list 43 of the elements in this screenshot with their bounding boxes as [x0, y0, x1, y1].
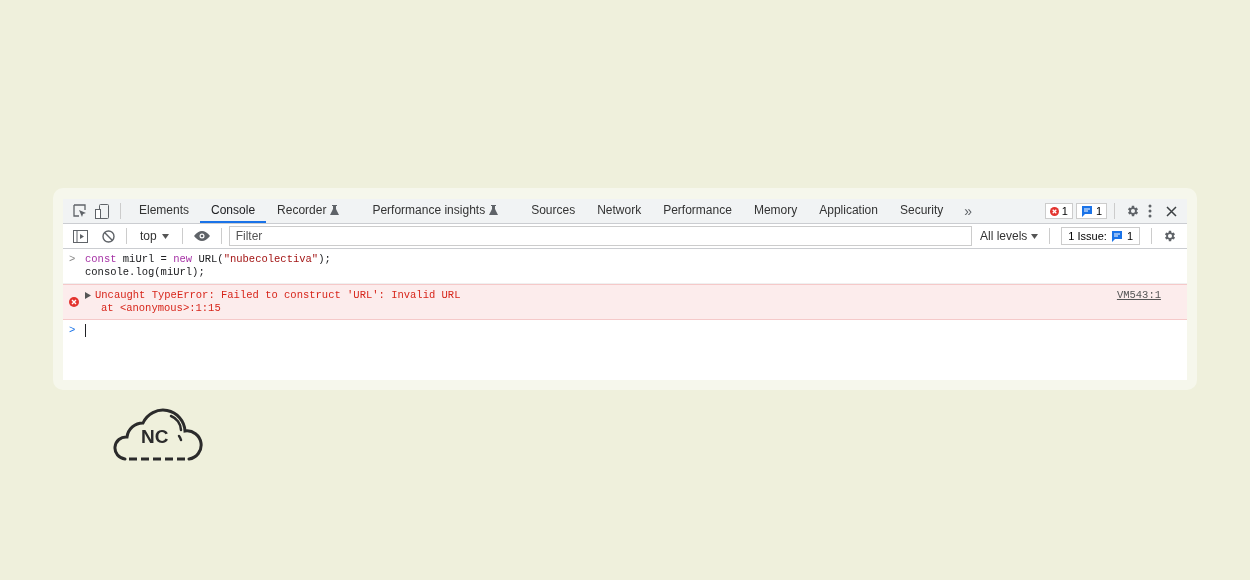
- close-icon[interactable]: [1166, 205, 1177, 217]
- issues-button[interactable]: 1 Issue: 1: [1061, 227, 1140, 245]
- error-message: Uncaught TypeError: Failed to construct 'URL': Invalid URL: [95, 289, 461, 302]
- settings-icon[interactable]: [1163, 229, 1177, 243]
- prompt-arrow: >: [69, 324, 77, 337]
- more-options-icon[interactable]: [1148, 204, 1152, 218]
- error-count-button[interactable]: 1: [1044, 203, 1073, 219]
- error-icon: [69, 297, 79, 307]
- tab[interactable]: Recorder: [266, 199, 362, 223]
- text-cursor: [85, 324, 86, 337]
- tab[interactable]: Memory: [742, 199, 809, 223]
- tab[interactable]: Performance insights: [361, 199, 521, 223]
- tab[interactable]: Network: [586, 199, 653, 223]
- tab[interactable]: Sources: [520, 199, 587, 223]
- prompt-arrow: >: [69, 253, 77, 267]
- tab[interactable]: Application: [808, 199, 889, 223]
- tab[interactable]: Performance: [652, 199, 743, 223]
- levels-dropdown[interactable]: All levels: [976, 229, 1043, 243]
- sidebar-toggle-icon[interactable]: [73, 229, 88, 243]
- dropdown-triangle-icon: [161, 233, 169, 239]
- eye-icon[interactable]: [193, 231, 210, 241]
- message-count-button[interactable]: 1: [1075, 203, 1107, 219]
- error-icon: [1049, 206, 1059, 216]
- code-line: const miUrl = new URL("nubecolectiva");: [85, 253, 332, 266]
- inspect-icon[interactable]: [73, 204, 87, 218]
- logo-text: NC: [141, 426, 169, 448]
- filter-field[interactable]: Filter: [228, 226, 972, 246]
- dropdown-triangle-icon: [1031, 233, 1039, 239]
- device-icon[interactable]: [95, 203, 109, 219]
- source-link[interactable]: VM543:1: [1116, 289, 1161, 302]
- settings-icon[interactable]: [1126, 204, 1140, 218]
- tab[interactable]: Elements: [128, 199, 201, 223]
- expand-triangle-icon[interactable]: [85, 292, 91, 299]
- code-line: console.log(miUrl);: [85, 266, 206, 279]
- cloud-logo-icon: [113, 406, 203, 464]
- tab[interactable]: Security: [888, 199, 955, 223]
- context-dropdown[interactable]: top: [134, 228, 175, 244]
- clear-console-icon[interactable]: [102, 229, 115, 243]
- stack-trace: at <anonymous>:1:15: [100, 302, 222, 315]
- message-icon: [1080, 205, 1093, 217]
- tab[interactable]: Console: [200, 199, 267, 223]
- more-tabs-button[interactable]: »: [954, 203, 983, 219]
- message-icon: [1110, 230, 1123, 242]
